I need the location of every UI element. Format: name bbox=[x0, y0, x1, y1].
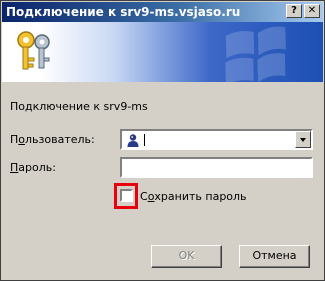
close-button[interactable]: ✕ bbox=[304, 4, 320, 18]
user-icon bbox=[127, 134, 139, 147]
username-label-accel: о bbox=[18, 133, 26, 146]
windows-logo bbox=[225, 26, 286, 82]
keys-icon bbox=[17, 31, 50, 70]
save-label-rest: хранить пароль bbox=[154, 190, 247, 203]
username-label: Пользователь: bbox=[10, 133, 95, 146]
cancel-button[interactable]: Отмена bbox=[239, 245, 310, 268]
connect-text: Подключение к srv9-ms bbox=[10, 100, 148, 113]
save-password-checkbox[interactable] bbox=[120, 189, 133, 202]
username-label-rest: льзователь: bbox=[25, 133, 95, 146]
help-button[interactable]: ? bbox=[286, 4, 302, 18]
password-label: Пароль: bbox=[10, 161, 56, 174]
save-label-part: С bbox=[140, 190, 148, 203]
text-caret bbox=[144, 134, 145, 146]
chevron-down-icon[interactable] bbox=[295, 131, 311, 148]
username-combobox[interactable] bbox=[120, 129, 313, 150]
save-password-label[interactable]: Сохранить пароль bbox=[140, 190, 247, 203]
banner bbox=[2, 22, 323, 82]
password-field[interactable] bbox=[120, 157, 313, 178]
ok-button[interactable]: OK bbox=[151, 245, 222, 268]
login-dialog: Подключение к srv9-ms.vsjaso.ru ? ✕ Подк… bbox=[0, 0, 325, 281]
title-bar[interactable]: Подключение к srv9-ms.vsjaso.ru bbox=[2, 2, 323, 22]
password-label-rest: ароль: bbox=[18, 161, 56, 174]
window-title: Подключение к srv9-ms.vsjaso.ru bbox=[6, 5, 241, 19]
